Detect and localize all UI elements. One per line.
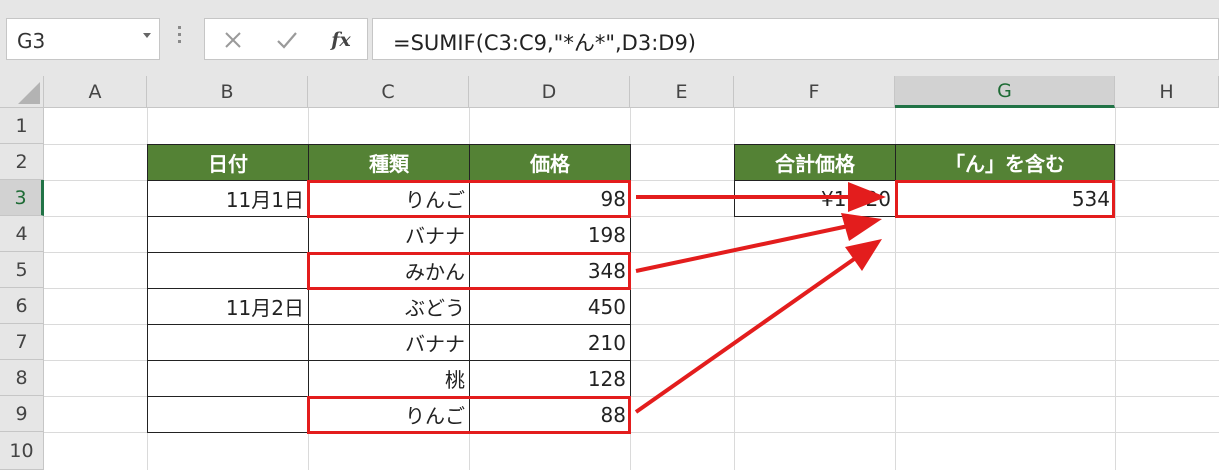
check-icon	[277, 32, 297, 49]
row-header-4[interactable]: 4	[0, 216, 44, 252]
cell-date[interactable]: 11月2日	[147, 288, 309, 325]
drag-handle-icon[interactable]	[176, 26, 182, 50]
name-box[interactable]: G3	[6, 18, 160, 60]
cell-date[interactable]	[147, 396, 309, 433]
column-header-g[interactable]: G	[895, 76, 1115, 108]
column-header-c[interactable]: C	[308, 76, 469, 108]
cell-date[interactable]	[147, 324, 309, 361]
arrow-line-row-9	[634, 255, 859, 414]
header-total-price[interactable]: 合計価格	[734, 144, 896, 181]
row-header-8[interactable]: 8	[0, 360, 44, 396]
cancel-button[interactable]	[217, 25, 249, 55]
row-header-2[interactable]: 2	[0, 144, 44, 180]
select-all-button[interactable]	[0, 76, 44, 108]
row-header-5[interactable]: 5	[0, 252, 44, 288]
cell-price[interactable]: 450	[469, 288, 631, 325]
formula-bar-area: G3 fx =SUMIF(C3:C9,"*ん*",D3:D9)	[0, 0, 1219, 76]
column-header-b[interactable]: B	[147, 76, 308, 108]
header-price[interactable]: 価格	[469, 144, 631, 181]
highlight-row-3	[307, 180, 631, 218]
fx-icon: fx	[331, 29, 351, 51]
cell-date[interactable]	[147, 216, 309, 253]
row-header-7[interactable]: 7	[0, 324, 44, 360]
row-header-6[interactable]: 6	[0, 288, 44, 324]
cell-type[interactable]: バナナ	[308, 324, 470, 361]
row-header-1[interactable]: 1	[0, 108, 44, 144]
cell-type[interactable]: バナナ	[308, 216, 470, 253]
cell-date[interactable]	[147, 360, 309, 397]
name-box-value: G3	[17, 29, 46, 53]
highlight-row-9	[307, 396, 631, 434]
enter-button[interactable]	[271, 25, 303, 55]
header-date[interactable]: 日付	[147, 144, 309, 181]
spreadsheet-grid: A B C D E F G H 1 2 3 4 5 6 7 8 9 10 日付 …	[0, 76, 1219, 470]
chevron-down-icon[interactable]	[143, 33, 151, 38]
cell-type[interactable]: ぶどう	[308, 288, 470, 325]
header-contains-n[interactable]: 「ん」を含む	[895, 144, 1115, 181]
formula-text: =SUMIF(C3:C9,"*ん*",D3:D9)	[393, 31, 697, 55]
formula-buttons: fx	[204, 18, 368, 60]
row-header-3[interactable]: 3	[0, 180, 44, 216]
arrow-head-icon	[841, 213, 882, 241]
arrow-head-icon	[845, 239, 882, 271]
header-type[interactable]: 種類	[308, 144, 470, 181]
column-header-e[interactable]: E	[630, 76, 734, 108]
column-header-f[interactable]: F	[734, 76, 895, 108]
cell-total-price[interactable]: ¥1,520	[734, 180, 896, 217]
cell-price[interactable]: 210	[469, 324, 631, 361]
column-header-d[interactable]: D	[469, 76, 630, 108]
cell-type[interactable]: 桃	[308, 360, 470, 397]
row-header-9[interactable]: 9	[0, 396, 44, 432]
cell-date[interactable]	[147, 252, 309, 289]
column-header-h[interactable]: H	[1115, 76, 1219, 108]
cell-date[interactable]: 11月1日	[147, 180, 309, 217]
column-header-a[interactable]: A	[44, 76, 147, 108]
highlight-result-cell	[895, 180, 1115, 218]
cell-price[interactable]: 128	[469, 360, 631, 397]
insert-function-button[interactable]: fx	[325, 25, 357, 55]
cell-price[interactable]: 198	[469, 216, 631, 253]
row-header-10[interactable]: 10	[0, 432, 44, 470]
highlight-row-5	[307, 252, 631, 290]
formula-input[interactable]: =SUMIF(C3:C9,"*ん*",D3:D9)	[372, 18, 1219, 60]
close-icon	[225, 32, 241, 48]
gridline	[1115, 108, 1116, 470]
arrow-line-row-5	[635, 223, 854, 273]
